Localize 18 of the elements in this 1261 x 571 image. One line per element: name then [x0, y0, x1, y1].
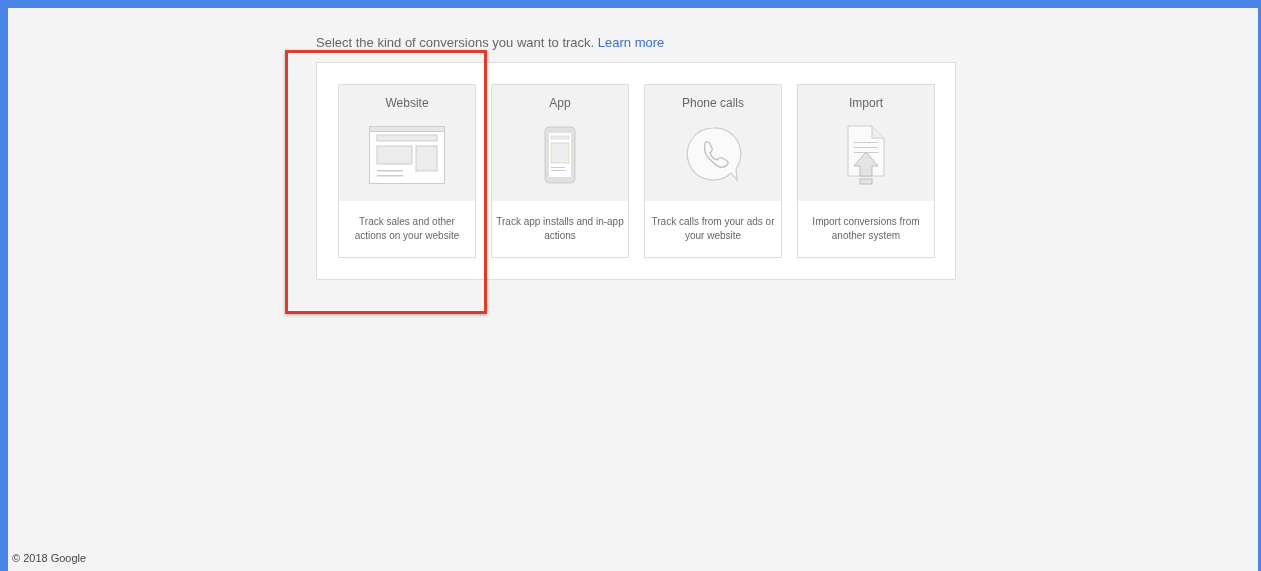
conversion-type-card[interactable]: App Track app installs and in-app actions	[491, 84, 629, 258]
card-description: Track sales and other actions on your website	[353, 215, 461, 243]
card-title: App	[549, 95, 571, 112]
card-description: Track app installs and in-app actions	[495, 215, 625, 243]
phone-icon	[544, 125, 576, 184]
card-description: Track calls from your ads or your website	[650, 215, 776, 243]
webpage-icon	[369, 125, 445, 184]
conversion-type-card[interactable]: Import Import conversions from another system	[797, 84, 935, 258]
learn-more-link[interactable]: Learn more	[597, 35, 665, 50]
conversion-type-card[interactable]: Website Track sales and other actions on your website	[338, 84, 476, 258]
card-description: Import conversions from another system	[811, 215, 921, 243]
card-title: Phone calls	[681, 95, 744, 112]
conversion-type-card[interactable]: Phone calls Track calls from your ads or your website	[644, 84, 782, 258]
card-title: Website	[385, 95, 429, 112]
card-title: Import	[849, 95, 883, 112]
document-upload-icon	[846, 123, 886, 186]
copyright-text: © 2018 Google	[11, 550, 88, 566]
instruction-text: Select the kind of conversions you want to track. Learn more	[316, 34, 666, 51]
